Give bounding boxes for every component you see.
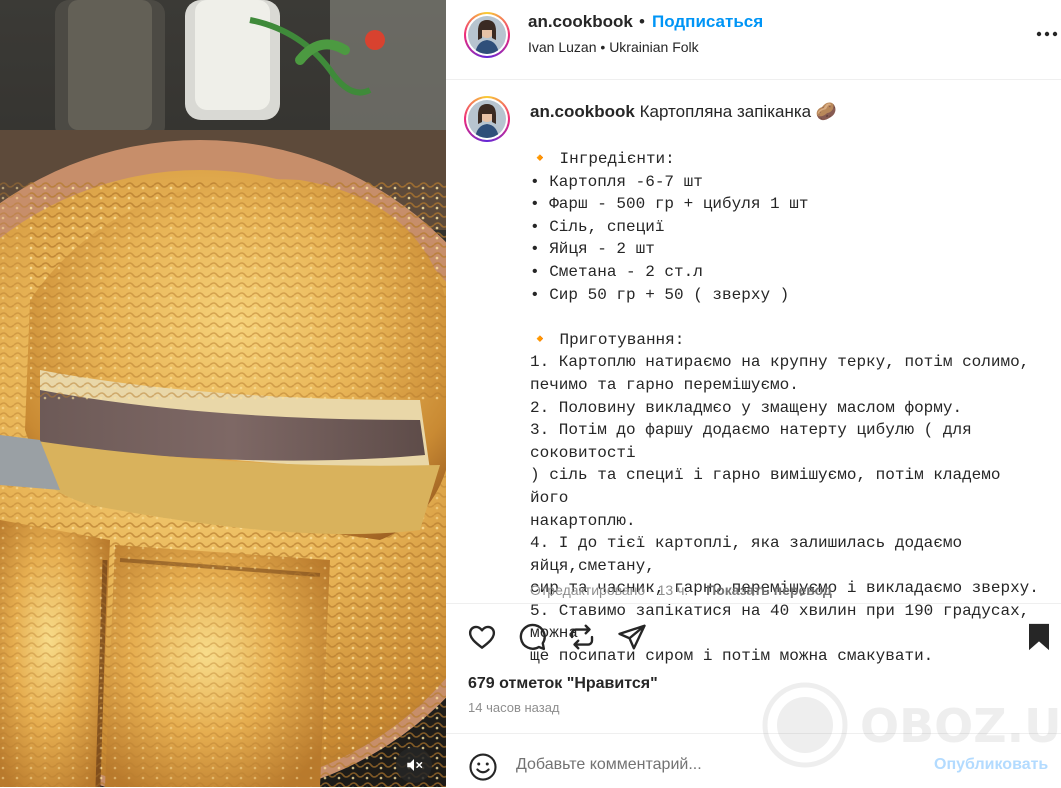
svg-text:OBOZ.UA: OBOZ.UA [860,699,1060,753]
profile-photo [468,16,506,54]
caption-title: Картопляна запіканка 🥔 [639,102,838,121]
share-button[interactable] [617,622,647,657]
follow-button[interactable]: Подписаться [652,12,763,32]
likes-count[interactable]: 679 отметок "Нравится" [468,675,658,693]
repost-button[interactable] [567,622,597,657]
profile-photo [468,100,506,138]
caption-title-line: an.cookbook Картопляна запіканка 🥔 [530,102,837,122]
caption-meta: Отредактировано · 13 ч. Показать перевод [530,582,832,598]
translate-link[interactable]: Показать перевод [706,582,832,598]
comment-input[interactable]: Добавьте комментарий... [516,756,702,774]
author-username[interactable]: an.cookbook [528,12,633,32]
post-media[interactable] [0,0,446,787]
emoji-icon [469,753,497,781]
separator-dot: • [639,12,645,31]
more-options-button[interactable] [1034,22,1060,42]
post-header: an.cookbook • Подписаться Ivan Luzan • U… [446,0,1061,80]
audio-artist: Ivan Luzan [528,39,597,55]
audio-track: Ukrainian Folk [609,39,699,55]
comment-icon [519,623,546,651]
comment-button[interactable] [517,622,547,657]
watermark: OBOZ.UA [760,680,1061,775]
caption-username[interactable]: an.cookbook [530,102,635,121]
save-button[interactable] [1026,622,1052,657]
post-timestamp: 14 часов назад [468,700,560,715]
separator-dot: • [600,39,606,55]
post-panel: an.cookbook • Подписаться Ivan Luzan • U… [446,0,1061,787]
emoji-button[interactable] [468,752,498,787]
audio-info[interactable]: Ivan Luzan • Ukrainian Folk [528,39,699,55]
bookmark-icon [1029,623,1049,651]
muted-speaker-icon [407,759,423,771]
oboz-logo-watermark: OBOZ.UA [762,682,1061,768]
casserole-photo [0,0,446,787]
mute-button[interactable] [396,747,432,783]
repost-icon [570,624,594,650]
heart-icon [468,625,496,649]
caption-avatar[interactable] [464,96,510,142]
avatar[interactable] [464,12,510,58]
share-icon [618,624,646,650]
edited-label: Отредактировано · 13 ч. [530,582,689,598]
more-horizontal-icon [1036,31,1058,37]
like-button[interactable] [467,622,497,657]
post-caption: an.cookbook Картопляна запіканка 🥔 🔸 Інг… [446,80,1061,665]
